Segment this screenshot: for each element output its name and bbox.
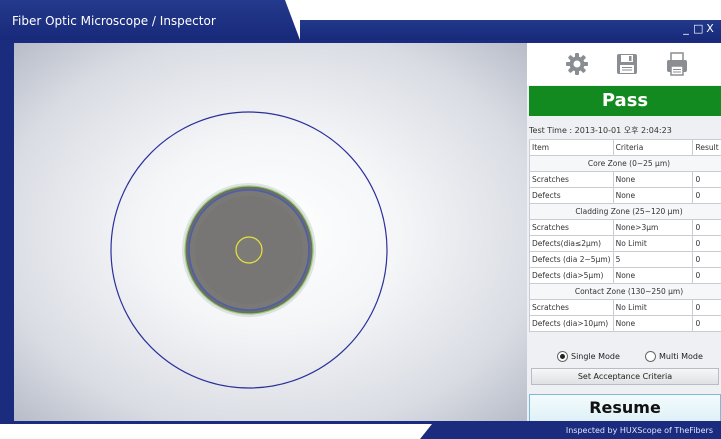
row-result: 0 [692, 171, 721, 188]
table-row: Scratches None 0 [529, 171, 721, 188]
resume-button[interactable]: Resume [529, 394, 721, 421]
row-criteria: None [612, 171, 694, 188]
single-mode-radio[interactable]: Single Mode [557, 351, 620, 362]
row-criteria: 5 [612, 251, 694, 268]
test-time: Test Time : 2013-10-01 오후 2:04:23 [529, 125, 672, 136]
row-criteria: None [612, 267, 694, 284]
row-item: Defects [529, 187, 614, 204]
row-criteria: No Limit [612, 235, 694, 252]
toolbar [527, 43, 721, 85]
save-icon [617, 54, 637, 74]
contact-zone-label: Contact Zone (130~250 μm) [529, 283, 721, 300]
table-row: Defects None 0 [529, 187, 721, 204]
row-item: Defects (dia>10μm) [529, 315, 614, 332]
table-row: Defects (dia 2~5μm) 5 0 [529, 251, 721, 268]
minimize-button[interactable]: _ [681, 22, 693, 35]
window-controls: _ □X [681, 22, 717, 35]
row-item: Scratches [529, 171, 614, 188]
status-footer: Inspected by HUXScope of TheFibers [0, 424, 721, 439]
print-icon [667, 52, 687, 76]
gear-icon [566, 53, 588, 75]
multi-mode-radio[interactable]: Multi Mode [645, 351, 703, 362]
multi-mode-label: Multi Mode [659, 352, 703, 361]
header-criteria: Criteria [612, 139, 694, 156]
mode-selector: Single Mode Multi Mode [527, 348, 721, 366]
row-item: Defects (dia 2~5μm) [529, 251, 614, 268]
print-button[interactable] [664, 51, 690, 77]
radio-selected-indicator [557, 351, 568, 362]
results-panel: Pass Test Time : 2013-10-01 오후 2:04:23 I… [527, 43, 721, 421]
row-result: 0 [692, 235, 721, 252]
settings-button[interactable] [564, 51, 590, 77]
footer-credit: Inspected by HUXScope of TheFibers [565, 426, 713, 435]
row-item: Scratches [529, 219, 614, 236]
row-result: 0 [692, 187, 721, 204]
header-result: Result [692, 139, 721, 156]
set-acceptance-criteria-button[interactable]: Set Acceptance Criteria [531, 368, 719, 385]
row-result: 0 [692, 219, 721, 236]
zone-row-contact: Contact Zone (130~250 μm) [529, 283, 721, 300]
row-result: 0 [692, 251, 721, 268]
test-time-value: 2013-10-01 오후 2:04:23 [574, 126, 672, 135]
table-header-row: Item Criteria Result [529, 139, 721, 156]
save-button[interactable] [614, 51, 640, 77]
row-item: Scratches [529, 299, 614, 316]
fiber-endface-image [110, 111, 388, 389]
close-button[interactable]: X [705, 22, 717, 35]
zone-row-cladding: Cladding Zone (25~120 μm) [529, 203, 721, 220]
pass-status-banner: Pass [529, 86, 721, 116]
row-item: Defects (dia>5μm) [529, 267, 614, 284]
core-zone-label: Core Zone (0~25 μm) [529, 155, 721, 172]
cladding-zone-label: Cladding Zone (25~120 μm) [529, 203, 721, 220]
single-mode-label: Single Mode [571, 352, 620, 361]
table-row: Scratches No Limit 0 [529, 299, 721, 316]
table-row: Defects (dia>5μm) None 0 [529, 267, 721, 284]
window-title: Fiber Optic Microscope / Inspector [12, 14, 216, 28]
table-row: Scratches None>3μm 0 [529, 219, 721, 236]
title-bar-band [300, 20, 721, 40]
title-bar: Fiber Optic Microscope / Inspector _ □X [0, 0, 721, 40]
row-criteria: No Limit [612, 299, 694, 316]
maximize-button[interactable]: □ [693, 22, 705, 35]
microscope-view [14, 43, 527, 421]
core-zone-ring [235, 236, 263, 264]
row-item: Defects(dia≤2μm) [529, 235, 614, 252]
row-criteria: None>3μm [612, 219, 694, 236]
row-criteria: None [612, 315, 694, 332]
radio-indicator [645, 351, 656, 362]
row-result: 0 [692, 267, 721, 284]
row-result: 0 [692, 315, 721, 332]
table-row: Defects (dia>10μm) None 0 [529, 315, 721, 332]
test-time-label: Test Time : [529, 126, 573, 135]
zone-row-core: Core Zone (0~25 μm) [529, 155, 721, 172]
row-result: 0 [692, 299, 721, 316]
header-item: Item [529, 139, 614, 156]
table-row: Defects(dia≤2μm) No Limit 0 [529, 235, 721, 252]
row-criteria: None [612, 187, 694, 204]
criteria-table: Item Criteria Result Core Zone (0~25 μm)… [529, 139, 721, 332]
